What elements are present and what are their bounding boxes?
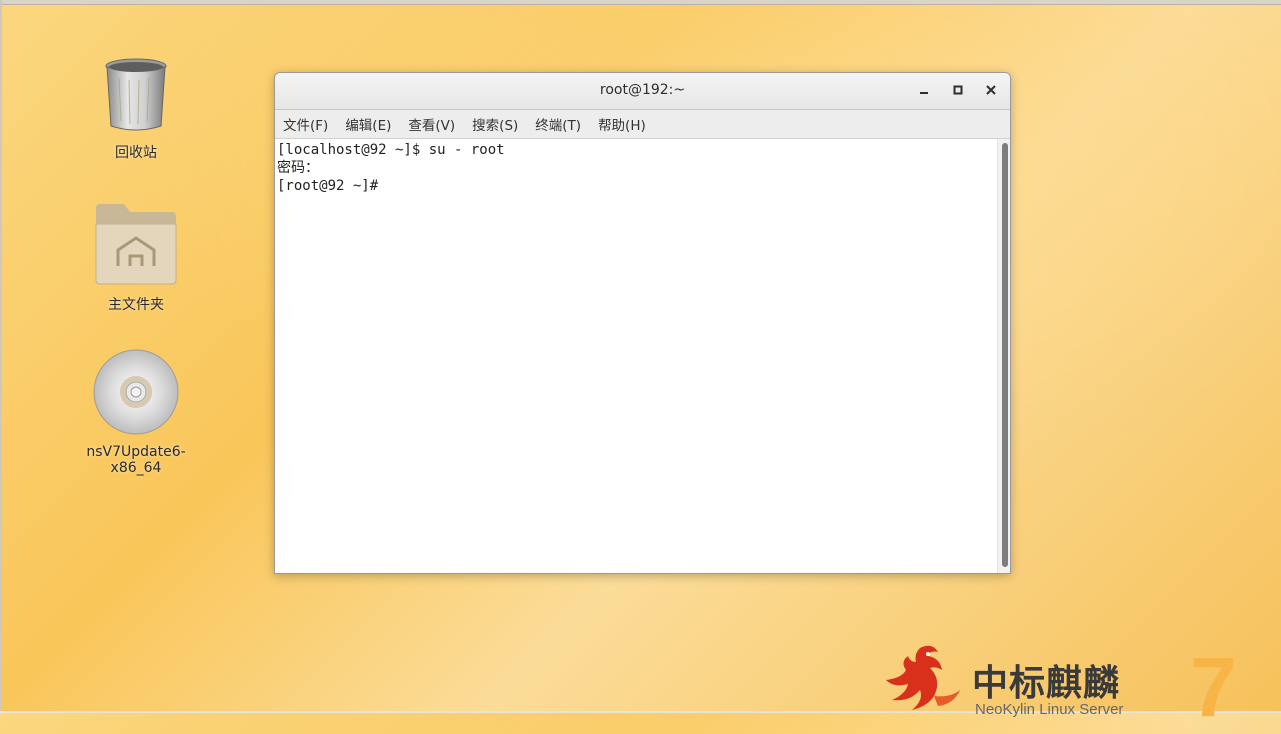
menu-view[interactable]: 查看(V): [408, 114, 455, 134]
scrollbar-thumb[interactable]: [1002, 143, 1008, 567]
desktop-icon-disc[interactable]: nsV7Update6-x86_64: [61, 348, 211, 476]
menu-terminal[interactable]: 终端(T): [535, 114, 581, 134]
terminal-line: [localhost@92 ~]$ su - root: [277, 142, 505, 158]
brand-name: 中标麒麟: [972, 663, 1121, 704]
home-folder-icon: [95, 204, 177, 285]
menu-bar: 文件(F) 编辑(E) 查看(V) 搜索(S) 终端(T) 帮助(H): [275, 110, 1010, 139]
desktop-icon-trash[interactable]: 回收站: [61, 56, 211, 162]
menu-edit[interactable]: 编辑(E): [345, 114, 391, 134]
top-panel: [0, 0, 1281, 5]
menu-search[interactable]: 搜索(S): [472, 114, 518, 134]
minimize-button[interactable]: [913, 81, 935, 101]
terminal-window[interactable]: root@192:~ 文件(F) 编辑(E) 查看(V) 搜索(S) 终端(T)…: [274, 72, 1011, 574]
maximize-button[interactable]: [947, 81, 969, 101]
minimize-icon: [920, 92, 928, 94]
menu-help[interactable]: 帮助(H): [598, 114, 646, 134]
kylin-logo-icon: [886, 645, 960, 710]
desktop-icon-home-folder[interactable]: 主文件夹: [61, 202, 211, 314]
terminal-line: 密码：: [277, 160, 319, 176]
brand-version: 7: [1190, 640, 1237, 734]
screen-edge: [0, 0, 2, 713]
disc-icon: [93, 349, 179, 435]
window-title: root@192:~: [599, 82, 686, 98]
close-icon: [986, 85, 996, 95]
menu-file[interactable]: 文件(F): [283, 114, 328, 134]
trash-icon: [105, 58, 167, 131]
terminal-prompt: [root@92 ~]#: [277, 178, 379, 194]
desktop-icon-label: 回收站: [115, 145, 157, 161]
brand-subtitle: NeoKylin Linux Server: [975, 701, 1124, 718]
maximize-icon: [953, 85, 963, 95]
terminal-output[interactable]: [localhost@92 ~]$ su - root 密码： [root@92 ~…: [275, 139, 998, 573]
desktop-icon-label: nsV7Update6-x86_64: [86, 444, 186, 476]
window-titlebar[interactable]: root@192:~: [275, 73, 1010, 110]
desktop-icon-label: 主文件夹: [108, 297, 164, 313]
os-branding: 中标麒麟 NeoKylin Linux Server 7: [880, 640, 1280, 729]
close-button[interactable]: [980, 81, 1002, 101]
